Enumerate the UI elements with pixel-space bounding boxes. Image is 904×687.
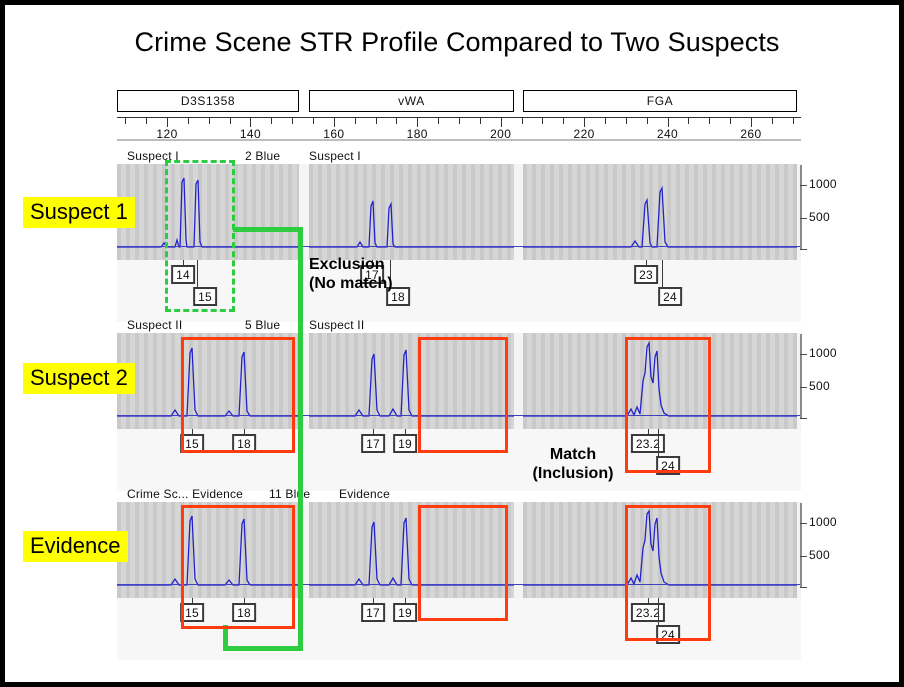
row1-header-mid: 2 Blue [245,149,281,163]
exclusion-line-2: (No match) [309,275,393,292]
inclusion-box-evidence-vwa [418,505,508,621]
row2-header-mid: 5 Blue [245,318,281,332]
axis-line [800,503,802,588]
rfu-label-1000: 1000 [809,177,837,191]
ruler-tick [396,117,398,124]
inclusion-line-1: Match [549,446,597,463]
allele-call-vwa-a2[interactable]: 19 [393,603,417,622]
ruler-tick [459,117,460,124]
ruler-tick [563,117,565,124]
ruler-tick [167,117,169,127]
ruler-tick [625,117,627,124]
ruler-tick [208,117,210,124]
axis-line [800,334,802,419]
row3-header-left: Crime Sc... Evidence [127,487,244,501]
ruler-tick [313,117,315,124]
axis-tick [800,354,807,355]
inclusion-box-evidence-fga [625,505,711,641]
ruler-tick [333,117,335,127]
ruler-tick [646,117,648,124]
allele-call-fga-a2[interactable]: 24 [658,287,682,306]
locus-label-d3s1358: D3S1358 [117,90,299,112]
exclusion-annotation: Exclusion (No match) [309,255,393,293]
rfu-label-1000: 1000 [809,515,837,529]
rfu-label-1000: 1000 [809,346,837,360]
exclusion-connector-bottom [223,646,303,651]
exclusion-connector-top [233,227,303,232]
inclusion-box-evidence-d3s1358 [181,505,295,629]
ruler-tick [542,117,544,124]
axis-tick [800,556,807,557]
axis-tick [800,387,807,388]
ruler-tick [187,117,189,124]
axis-line [800,165,802,250]
locus-label-vwa: vWA [309,90,514,112]
rfu-label-500: 500 [809,548,830,562]
axis-tick [800,418,807,419]
ruler-tick [667,117,669,127]
exclusion-line-1: Exclusion [309,256,385,273]
allele-call-vwa-a1[interactable]: 17 [361,434,385,453]
axis-tick [800,249,807,250]
ruler-tick [417,117,419,127]
axis-tick [800,218,807,219]
row-tag-suspect-1: Suspect 1 [23,197,135,228]
ruler-tick [771,117,773,124]
page-title: Crime Scene STR Profile Compared to Two … [134,27,780,57]
ruler-tick [792,117,794,124]
axis-tick [800,587,807,588]
row-tag-evidence: Evidence [23,531,128,562]
rfu-label-500: 500 [809,379,830,393]
allele-call-vwa-a1[interactable]: 17 [361,603,385,622]
ruler-tick [730,117,732,124]
ruler-tick [521,117,523,124]
ruler-tick [250,117,252,127]
row2-header-right: Suspect II [309,318,365,332]
axis-tick [800,185,807,186]
figure-frame: Crime Scene STR Profile Compared to Two … [0,0,904,687]
rfu-label-500: 500 [809,210,830,224]
ruler-tick [438,117,440,124]
row-tag-suspect-2: Suspect 2 [23,363,135,394]
ruler-tick [688,117,690,124]
ruler-tick [292,117,294,124]
ruler-tick [750,117,752,127]
ruler-tick [584,117,586,127]
ruler-tick [229,117,231,124]
ruler-underline [117,139,801,141]
axis-tick [800,523,807,524]
ruler-tick [125,117,127,124]
locus-header-row: D3S1358 vWA FGA [117,90,797,112]
row3-header-mid: 11 Blue [269,487,311,501]
ruler-tick [375,117,377,124]
ruler-tick [271,117,273,124]
exclusion-highlight-box [165,160,235,312]
ruler-tick [354,117,356,124]
inclusion-annotation: Match (Inclusion) [513,445,633,483]
bp-ruler: 120 140 160 180 200 220 240 260 [117,117,801,147]
inclusion-box-suspect2-vwa [418,337,508,453]
ruler-tick [500,117,502,127]
allele-call-vwa-a2[interactable]: 19 [393,434,417,453]
inclusion-box-suspect2-fga [625,337,711,473]
locus-label-fga: FGA [523,90,797,112]
allele-call-fga-a1[interactable]: 23 [634,265,658,284]
row2-header-left: Suspect II [127,318,183,332]
exclusion-connector-vertical [298,227,303,651]
row3-header-right: Evidence [339,487,390,501]
ruler-tick [604,117,606,124]
ruler-tick [479,117,481,124]
ruler-tick [146,117,148,124]
ruler-tick [709,117,711,124]
allele-stem [662,260,663,288]
row1-header-right: Suspect I [309,149,361,163]
inclusion-line-2: (Inclusion) [532,465,614,482]
inclusion-box-suspect2-d3s1358 [181,337,295,453]
